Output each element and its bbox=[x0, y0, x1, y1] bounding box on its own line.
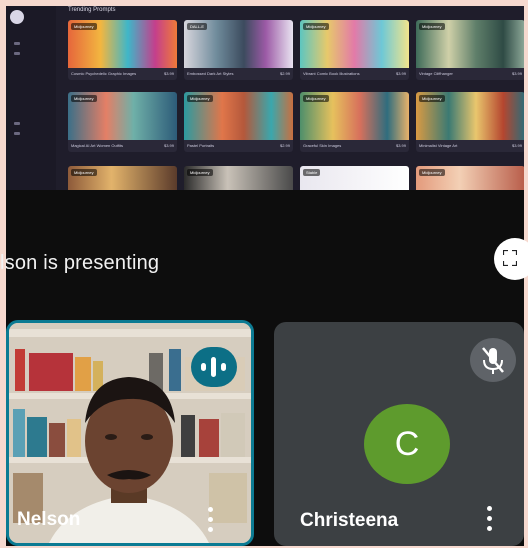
card-tag: Midjourney bbox=[71, 23, 97, 30]
prompt-card: Midjourney Pastel Portraits $2.99 bbox=[184, 92, 293, 152]
sidebar-item bbox=[14, 42, 20, 45]
speaking-indicator bbox=[191, 347, 237, 387]
logo-icon bbox=[10, 10, 24, 24]
card-tag: Midjourney bbox=[303, 95, 329, 102]
participant-name: Nelson bbox=[17, 509, 81, 530]
fullscreen-button[interactable] bbox=[494, 238, 528, 280]
participant-tiles: Nelson C Christeena bbox=[6, 306, 524, 546]
prompt-card: Midjourney bbox=[184, 166, 293, 190]
mic-off-icon bbox=[470, 338, 516, 382]
card-tag: Stable bbox=[303, 169, 321, 176]
card-tag: Midjourney bbox=[419, 169, 445, 176]
sidebar-item bbox=[14, 52, 20, 55]
presenting-label: lson is presenting bbox=[0, 252, 160, 274]
card-tag: Midjourney bbox=[187, 95, 213, 102]
prompt-card: Midjourney Magical AI Art Women Outfits … bbox=[68, 92, 177, 152]
prompt-card: DALL-E Embossed Dark Art Styles $2.99 bbox=[184, 20, 293, 80]
fullscreen-icon bbox=[503, 250, 517, 266]
card-tag: Midjourney bbox=[419, 95, 445, 102]
more-options-icon[interactable] bbox=[201, 503, 219, 537]
prompt-card: Midjourney Vibrant Comic Book Illustrati… bbox=[300, 20, 409, 80]
card-title: Magical AI Art Women Outfits bbox=[71, 143, 123, 148]
presenting-bar bbox=[6, 190, 524, 306]
card-price: $2.99 bbox=[279, 143, 290, 148]
prompt-card: Midjourney bbox=[68, 166, 177, 190]
prompt-card: Midjourney Cosmic Psychedelic Graphic Im… bbox=[68, 20, 177, 80]
prompt-card: Midjourney Graceful Skin Images $3.99 bbox=[300, 92, 409, 152]
card-price: $3.99 bbox=[163, 71, 174, 76]
shared-sidebar bbox=[6, 6, 56, 190]
card-title: Embossed Dark Art Styles bbox=[187, 71, 234, 76]
participant-name: Christeena bbox=[300, 510, 399, 531]
shared-screen: Trending Prompts Midjourney Cosmic Psych… bbox=[6, 6, 524, 190]
card-title: Cosmic Psychedelic Graphic Images bbox=[71, 71, 137, 76]
card-tag: Midjourney bbox=[303, 23, 329, 30]
card-price: $3.99 bbox=[511, 143, 522, 148]
card-tag: Midjourney bbox=[419, 23, 445, 30]
prompt-card: Stable bbox=[300, 166, 409, 190]
prompt-card: Midjourney Minimalist Vintage Art $3.99 bbox=[416, 92, 524, 152]
card-tag: Midjourney bbox=[71, 95, 97, 102]
card-title: Vibrant Comic Book Illustrations bbox=[303, 71, 360, 76]
shared-heading: Trending Prompts bbox=[68, 7, 116, 13]
card-tag: Midjourney bbox=[71, 169, 97, 176]
prompt-card: Midjourney Vintage Cliffhanger $3.99 bbox=[416, 20, 524, 80]
card-tag: Midjourney bbox=[187, 169, 213, 176]
card-price: $3.99 bbox=[163, 143, 174, 148]
participant-tile-christeena[interactable]: C Christeena bbox=[274, 322, 524, 546]
avatar: C bbox=[364, 404, 450, 484]
card-title: Vintage Cliffhanger bbox=[419, 71, 453, 76]
card-price: $3.99 bbox=[395, 143, 406, 148]
card-title: Graceful Skin Images bbox=[303, 143, 342, 148]
card-price: $2.99 bbox=[279, 71, 290, 76]
card-price: $3.99 bbox=[395, 71, 406, 76]
card-tag: DALL-E bbox=[187, 23, 208, 30]
more-options-icon[interactable] bbox=[480, 502, 498, 536]
participant-tile-nelson[interactable]: Nelson bbox=[6, 320, 254, 546]
card-price: $3.99 bbox=[511, 71, 522, 76]
sidebar-item bbox=[14, 122, 20, 125]
sidebar-item bbox=[14, 132, 20, 135]
card-title: Minimalist Vintage Art bbox=[419, 143, 458, 148]
prompt-card: Midjourney bbox=[416, 166, 524, 190]
card-title: Pastel Portraits bbox=[187, 143, 215, 148]
